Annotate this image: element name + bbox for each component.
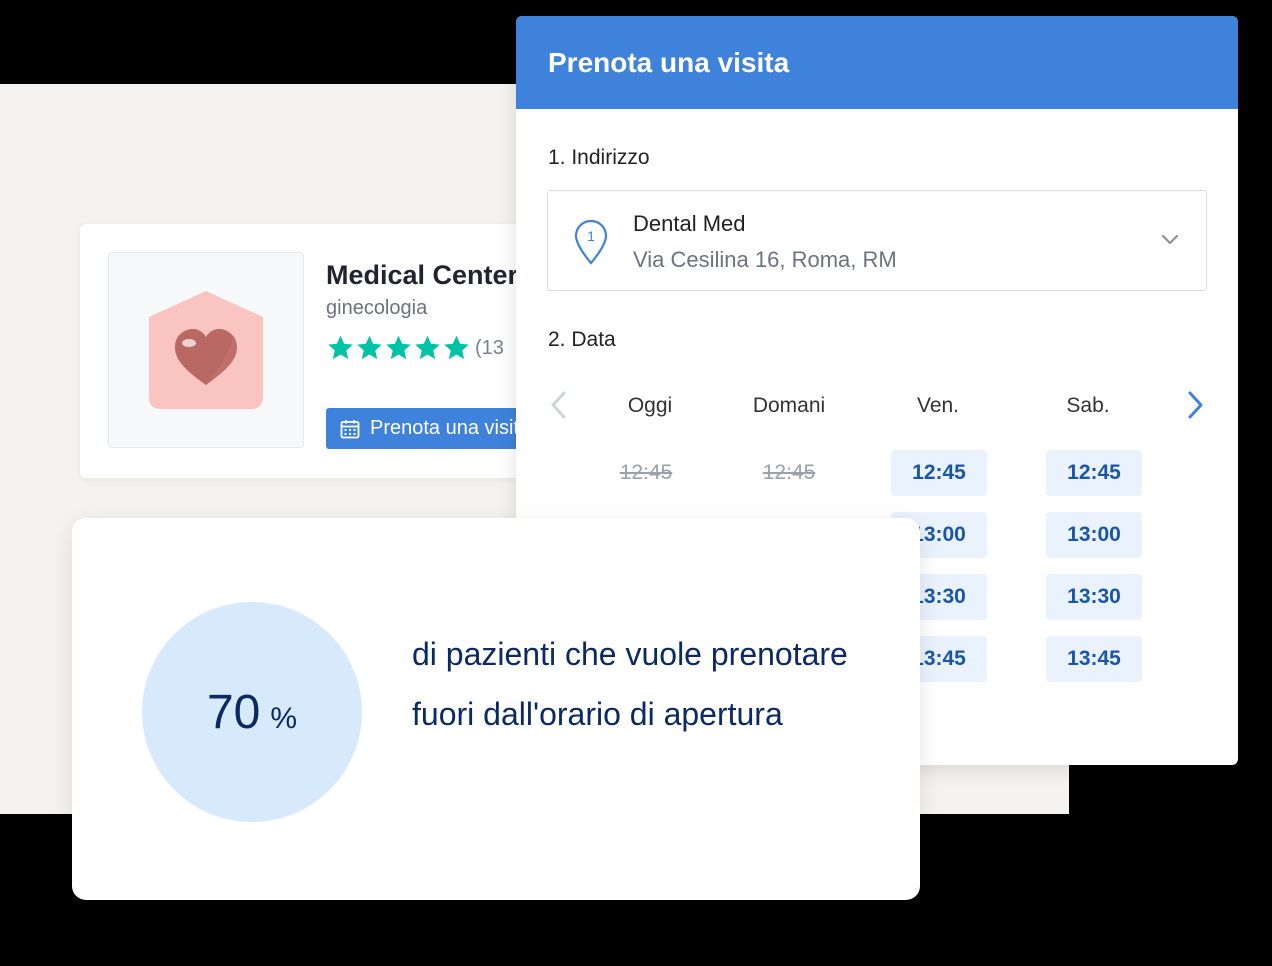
time-slot[interactable]: 13:00 [1046, 512, 1142, 558]
star-icon [328, 335, 353, 360]
time-slot[interactable]: 12:45 [1046, 450, 1142, 496]
clinic-specialty: ginecologia [326, 297, 428, 319]
clinic-logo [108, 252, 304, 448]
booking-title: Prenota una visita [516, 16, 1238, 109]
stats-unit: % [270, 702, 298, 735]
stats-card: 70 % di pazienti che vuole prenotare fuo… [72, 518, 920, 900]
address-street: Via Cesilina 16, Roma, RM [633, 247, 897, 272]
doctor-card[interactable]: Medical Center ginecologia (13 Prenota u… [80, 224, 550, 478]
day-header: Domani [752, 394, 826, 417]
time-slot-unavailable: 12:45 [619, 461, 673, 484]
time-slot[interactable]: 12:45 [891, 450, 987, 496]
clinic-name[interactable]: Medical Center [326, 260, 518, 291]
time-slot[interactable]: 13:45 [1046, 636, 1142, 682]
stats-description: di pazienti che vuole prenotare fuori da… [412, 636, 848, 732]
rating-stars: (13 [326, 334, 504, 362]
stats-value: 70 [206, 685, 261, 739]
chevron-left-icon[interactable] [548, 390, 570, 420]
day-header: Sab. [1066, 394, 1110, 417]
review-count[interactable]: (13 [475, 337, 504, 360]
star-icon [357, 335, 382, 360]
address-name: Dental Med [633, 211, 746, 236]
stats-circle: 70 % [142, 602, 362, 822]
address-select[interactable]: 1 Dental Med Via Cesilina 16, Roma, RM [547, 190, 1207, 291]
chevron-down-icon[interactable] [1160, 233, 1180, 247]
address-section-label: 1. Indirizzo [548, 146, 650, 169]
day-header: Oggi [627, 394, 673, 417]
book-visit-label: Prenota una visita [370, 417, 531, 439]
time-slot[interactable]: 13:30 [1046, 574, 1142, 620]
star-icon [386, 335, 411, 360]
star-icon [444, 335, 469, 360]
calendar-icon [340, 419, 360, 438]
chevron-right-icon[interactable] [1184, 390, 1206, 420]
location-pin-icon: 1 [574, 219, 608, 265]
day-header: Ven. [916, 394, 960, 417]
time-slot-unavailable: 12:45 [762, 461, 816, 484]
pin-number: 1 [587, 228, 595, 244]
heart-house-icon [149, 291, 263, 409]
date-section-label: 2. Data [548, 328, 616, 351]
star-icon [415, 335, 440, 360]
